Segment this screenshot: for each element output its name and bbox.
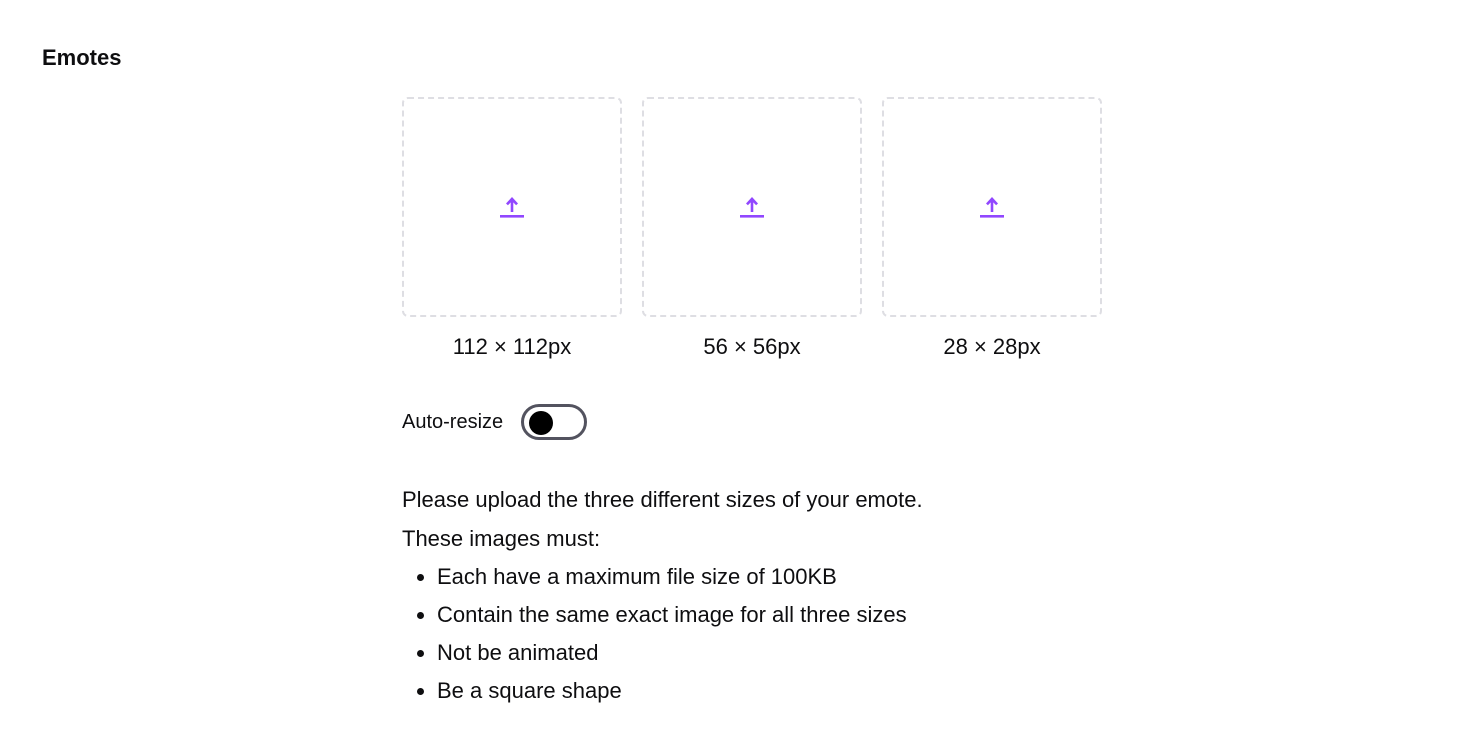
upload-dropzone-56[interactable]	[642, 97, 862, 317]
instructions-requirements-heading: These images must:	[402, 526, 601, 551]
auto-resize-label: Auto-resize	[402, 411, 504, 433]
upload-slot-112: 112 × 112px	[402, 97, 622, 362]
toggle-knob	[529, 411, 554, 435]
section-title: Emotes	[42, 45, 122, 70]
instructions-intro: Please upload the three different sizes …	[402, 487, 923, 512]
upload-icon	[980, 197, 1004, 218]
size-label-56: 56 × 56px	[703, 334, 801, 359]
auto-resize-row: Auto-resize	[402, 402, 1122, 442]
requirements-list: Each have a maximum file size of 100KB C…	[402, 558, 1122, 710]
upload-instructions: Please upload the three different sizes …	[402, 480, 1122, 710]
upload-slot-56: 56 × 56px	[642, 97, 862, 362]
upload-slot-28: 28 × 28px	[882, 97, 1102, 362]
size-label-112: 112 × 112px	[452, 334, 572, 359]
emote-upload-panel: 112 × 112px 56 × 56px 28 × 28px Auto-res…	[402, 97, 1122, 710]
upload-icon	[740, 197, 764, 218]
upload-slots: 112 × 112px 56 × 56px 28 × 28px	[402, 97, 1122, 362]
list-item: Contain the same exact image for all thr…	[437, 596, 1122, 634]
list-item: Not be animated	[437, 634, 1122, 672]
upload-dropzone-28[interactable]	[882, 97, 1102, 317]
upload-icon	[500, 197, 524, 218]
emote-upload-page: Emotes 112 × 112px 56 × 56px 28 × 28px A…	[0, 0, 1484, 756]
list-item: Each have a maximum file size of 100KB	[437, 558, 1122, 596]
size-label-28: 28 × 28px	[943, 334, 1041, 359]
upload-dropzone-112[interactable]	[402, 97, 622, 317]
list-item: Be a square shape	[437, 672, 1122, 710]
auto-resize-toggle[interactable]	[521, 404, 588, 440]
